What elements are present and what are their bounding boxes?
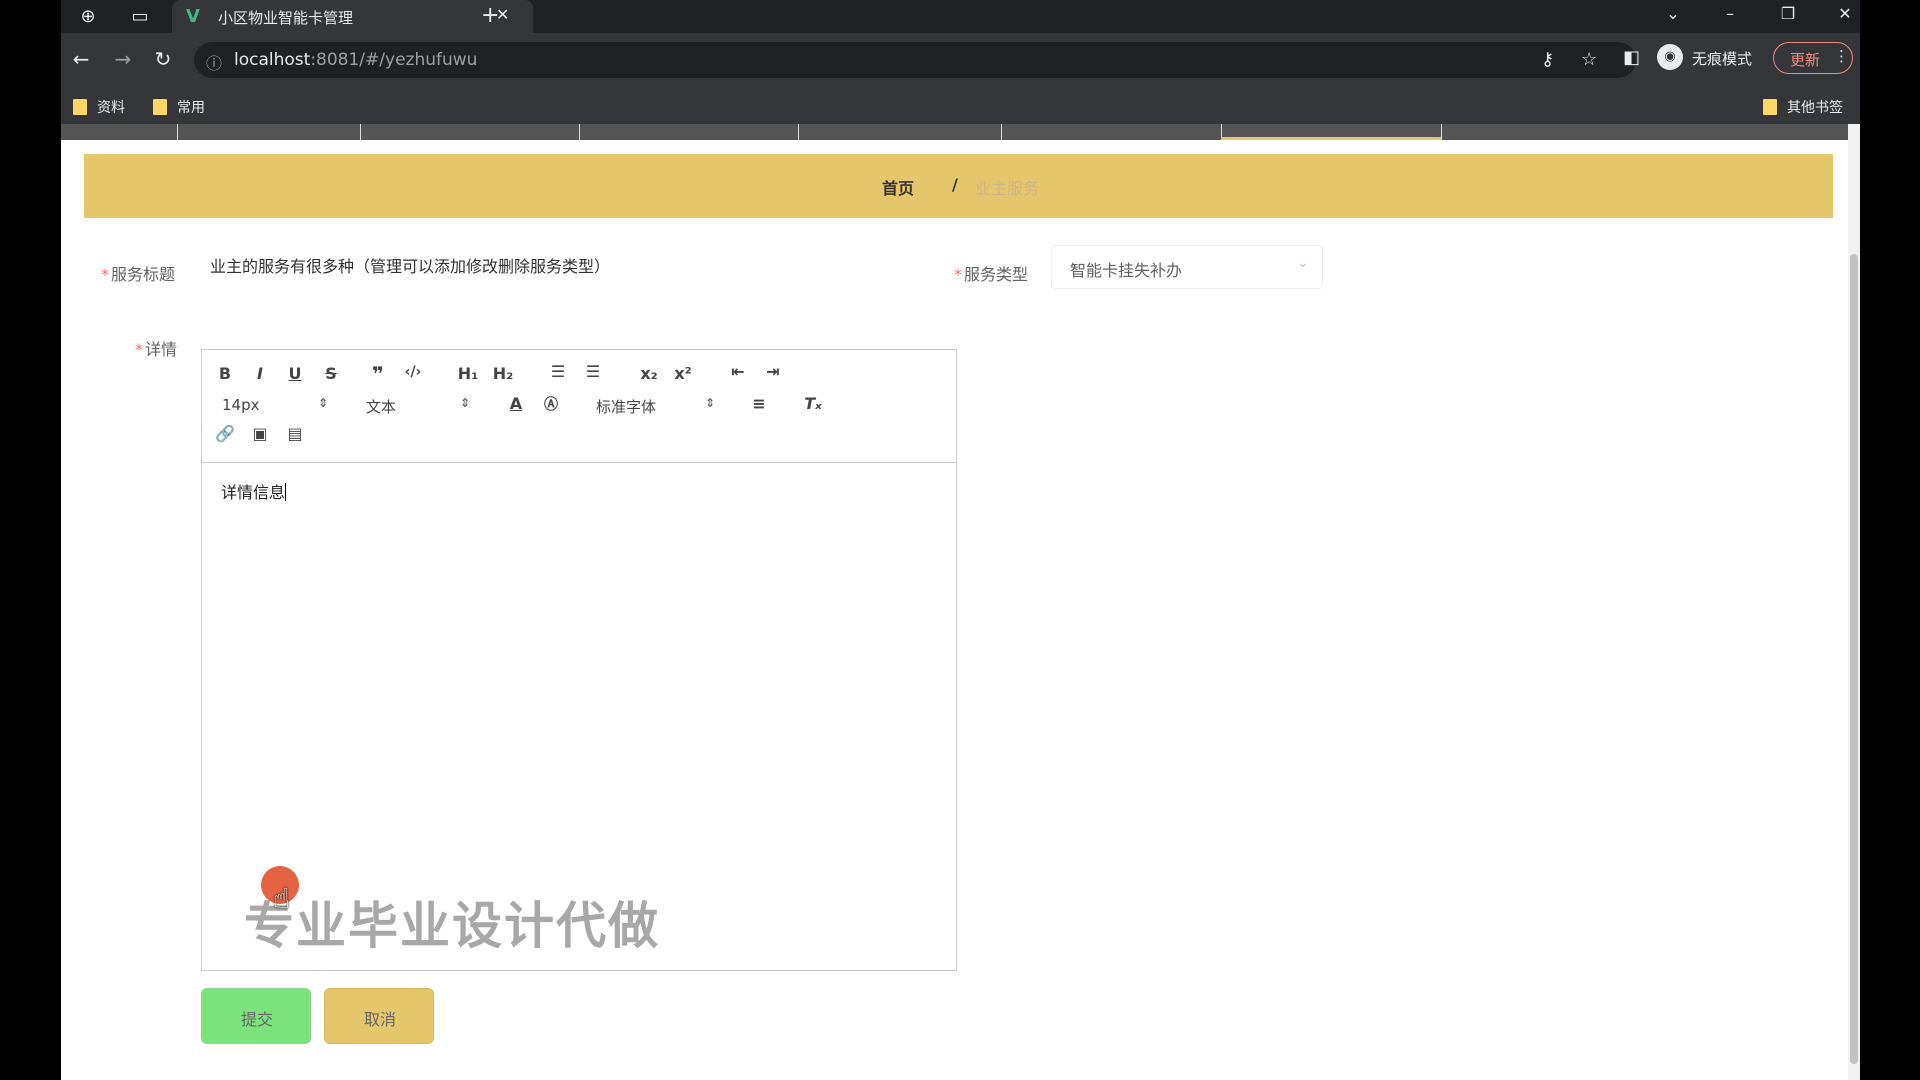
breadcrumb-separator: /	[952, 175, 958, 194]
hand-cursor-icon: ☝	[273, 882, 291, 915]
page-content: 首页 / 业主服务 * 服务标题 业主的服务有很多种（管理可以添加修改删除服务类型…	[61, 140, 1848, 1080]
bold-icon[interactable]: B	[214, 364, 236, 383]
nav-divider	[360, 124, 361, 140]
tab-search-icon[interactable]: ▭	[127, 4, 153, 30]
tab-bar: ⊕ ▭ V 小区物业智能卡管理 ✕ + ⌄ – ❐ ✕	[61, 0, 1860, 33]
nav-divider	[798, 124, 799, 140]
bookmarks-bar: 资料 常用 其他书签	[61, 88, 1860, 124]
updown-arrow-icon[interactable]: ⇕	[460, 396, 470, 410]
link-icon[interactable]: 🔗	[214, 424, 236, 443]
screen-border-left	[0, 0, 61, 1080]
font-family-select[interactable]: 标准字体	[596, 396, 656, 417]
folder-icon	[73, 99, 87, 115]
restore-icon[interactable]: ❐	[1773, 4, 1803, 23]
other-bookmarks[interactable]: 其他书签	[1763, 97, 1843, 117]
nav-divider	[1001, 124, 1002, 140]
folder-icon	[153, 99, 167, 115]
chevron-down-icon: ⌄	[1297, 255, 1309, 271]
code-icon[interactable]: ‹/›	[402, 364, 424, 380]
title-label: * 服务标题	[101, 265, 176, 284]
vue-logo-icon: V	[186, 6, 200, 27]
address-toolbar: ← → ↻ ⓘ localhost:8081/#/yezhufuwu ⚷ ☆ ◧…	[61, 33, 1860, 88]
text-type-select[interactable]: 文本	[366, 396, 396, 417]
service-title-input[interactable]: 业主的服务有很多种（管理可以添加修改删除服务类型）	[198, 243, 988, 283]
bookmark-folder-changyong[interactable]: 常用	[153, 97, 205, 117]
clear-format-icon[interactable]: Tₓ	[802, 394, 824, 413]
back-arrow-icon[interactable]: ←	[67, 47, 95, 71]
reload-icon[interactable]: ↻	[149, 47, 177, 71]
watermark-text: 专业毕业设计代做	[244, 897, 660, 955]
info-icon[interactable]: ⓘ	[206, 50, 222, 74]
font-color-icon[interactable]: A	[505, 394, 527, 413]
screen-border-right	[1860, 0, 1920, 1080]
h2-icon[interactable]: H₂	[492, 364, 514, 383]
browser-window: ⊕ ▭ V 小区物业智能卡管理 ✕ + ⌄ – ❐ ✕ ← → ↻ ⓘ loca…	[61, 0, 1860, 1080]
new-tab-icon[interactable]: +	[481, 3, 499, 28]
chevron-down-icon[interactable]: ⌄	[1658, 4, 1688, 23]
editor-content-area[interactable]: 详情信息 专业毕业设计代做	[202, 462, 956, 970]
blockquote-icon[interactable]: ❞	[367, 362, 389, 386]
superscript-icon[interactable]: x²	[672, 364, 694, 383]
editor-toolbar: B I U S ❞ ‹/› H₁ H₂ ☰ ☰ x₂ x² ⇤ ⇥ 14px ⇕…	[202, 350, 956, 463]
service-type-select[interactable]: 智能卡挂失补办 ⌄	[1051, 245, 1323, 289]
url-text[interactable]: localhost:8081/#/yezhufuwu	[234, 50, 477, 70]
more-menu-icon[interactable]: ⋮	[1834, 47, 1849, 65]
breadcrumb-home[interactable]: 首页	[882, 175, 914, 199]
indent-icon[interactable]: ⇥	[762, 362, 784, 381]
bookmark-folder-ziliao[interactable]: 资料	[73, 97, 125, 117]
editor-text: 详情信息	[221, 483, 287, 502]
update-button[interactable]: 更新 ⋮	[1773, 42, 1853, 74]
address-bar[interactable]: ⓘ localhost:8081/#/yezhufuwu ⚷ ☆	[194, 42, 1636, 78]
key-icon[interactable]: ⚷	[1541, 49, 1554, 70]
update-label: 更新	[1790, 51, 1821, 69]
h1-icon[interactable]: H₁	[457, 364, 479, 383]
scrollbar-thumb[interactable]	[1850, 254, 1858, 1064]
tab-active[interactable]: V 小区物业智能卡管理 ✕	[172, 0, 533, 33]
updown-arrow-icon[interactable]: ⇕	[318, 396, 328, 410]
detail-label: * 详情	[135, 340, 178, 359]
underline-icon[interactable]: U	[284, 364, 306, 383]
incognito-label: 无痕模式	[1692, 50, 1753, 68]
font-size-select[interactable]: 14px	[222, 396, 260, 414]
rich-text-editor: B I U S ❞ ‹/› H₁ H₂ ☰ ☰ x₂ x² ⇤ ⇥ 14px ⇕…	[201, 349, 957, 971]
nav-divider	[177, 124, 178, 140]
globe-icon[interactable]: ⊕	[75, 4, 101, 30]
type-label: * 服务类型	[954, 265, 1029, 284]
side-panel-icon[interactable]: ◧	[1623, 47, 1640, 68]
nav-divider	[579, 124, 580, 140]
align-icon[interactable]: ≡	[748, 394, 770, 413]
app-nav-menu	[61, 124, 1860, 140]
tab-title: 小区物业智能卡管理	[218, 9, 354, 27]
nav-divider	[1441, 124, 1442, 140]
strike-icon[interactable]: S	[320, 364, 342, 383]
image-icon[interactable]: ▣	[249, 424, 271, 443]
folder-icon	[1763, 99, 1777, 115]
updown-arrow-icon[interactable]: ⇕	[705, 396, 715, 410]
bullet-list-icon[interactable]: ☰	[582, 362, 604, 381]
service-type-value: 智能卡挂失补办	[1070, 261, 1183, 280]
background-color-icon[interactable]: Ⓐ	[540, 394, 562, 414]
minimize-icon[interactable]: –	[1715, 4, 1745, 23]
incognito-icon: ◉	[1657, 44, 1683, 70]
star-icon[interactable]: ☆	[1581, 49, 1597, 70]
ordered-list-icon[interactable]: ☰	[547, 362, 569, 381]
italic-icon[interactable]: I	[249, 364, 271, 383]
page-scrollbar[interactable]	[1848, 124, 1860, 1080]
breadcrumb: 首页 / 业主服务	[84, 154, 1833, 218]
subscript-icon[interactable]: x₂	[638, 364, 660, 383]
submit-button[interactable]: 提交	[201, 988, 311, 1044]
text-caret	[285, 483, 287, 501]
forward-arrow-icon[interactable]: →	[109, 47, 137, 71]
window-close-icon[interactable]: ✕	[1830, 4, 1860, 23]
outdent-icon[interactable]: ⇤	[727, 362, 749, 381]
video-icon[interactable]: ▤	[284, 424, 306, 443]
breadcrumb-current: 业主服务	[975, 179, 1040, 198]
cancel-button[interactable]: 取消	[324, 988, 434, 1044]
